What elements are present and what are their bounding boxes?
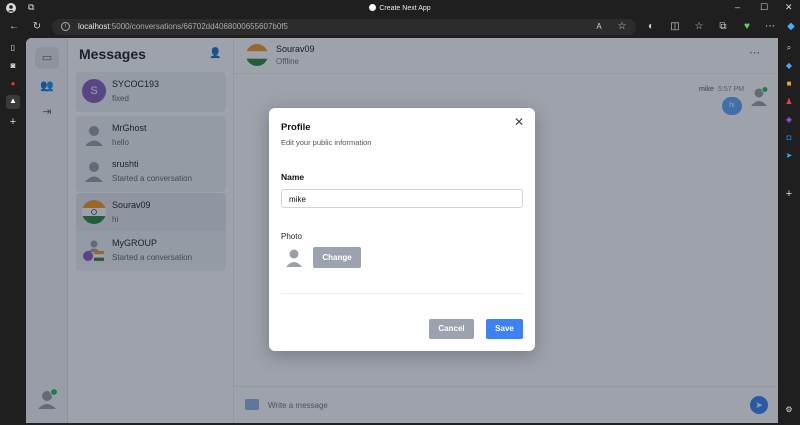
browser-toolbar: ← ↻ i localhost:5000/conversations/66702… — [0, 17, 800, 38]
refresh-icon[interactable]: ↻ — [30, 21, 44, 33]
send-icon[interactable]: ➤ — [783, 150, 795, 162]
maximize-icon[interactable]: ☐ — [760, 3, 768, 12]
profile-photo-avatar — [284, 247, 304, 267]
window-title: Create Next App — [379, 5, 431, 12]
outlook-icon[interactable]: ◘ — [783, 132, 795, 144]
copilot-sidebar-icon[interactable]: ◈ — [783, 114, 795, 126]
add-sidebar-icon[interactable]: + — [783, 188, 795, 200]
browser-essentials-icon[interactable]: ♥ — [740, 21, 754, 33]
browser-right-sidebar: ⌕ ◆ ■ ♟ ◈ ◘ ➤ + ⚙ — [778, 38, 800, 425]
change-photo-button[interactable]: Change — [313, 247, 361, 268]
search-icon[interactable]: ⌕ — [783, 42, 795, 54]
read-aloud-icon[interactable]: A — [592, 21, 606, 33]
close-icon[interactable]: ✕ — [514, 116, 524, 128]
tab-active-icon[interactable]: ▲ — [6, 95, 20, 109]
tools-icon[interactable]: ■ — [783, 78, 795, 90]
modal-subtitle: Edit your public information — [281, 138, 372, 147]
copilot-icon[interactable]: ◆ — [784, 21, 798, 33]
tab-youtube-icon[interactable]: ● — [7, 78, 19, 90]
minimize-icon[interactable]: – — [735, 3, 740, 12]
name-label: Name — [281, 172, 305, 182]
name-field[interactable]: mike — [281, 189, 523, 208]
cancel-button[interactable]: Cancel — [429, 319, 474, 339]
info-icon[interactable]: i — [61, 22, 70, 31]
browser-title-bar: ⧉ Create Next App – ☐ ✕ — [0, 0, 800, 17]
modal-title: Profile — [281, 122, 311, 133]
favorites-bar-icon[interactable]: ☆ — [692, 21, 706, 33]
shopping-icon[interactable]: ◆ — [783, 60, 795, 72]
browser-tab-sidebar: ▯ ◙ ● ▲ + — [0, 38, 26, 425]
divider — [281, 293, 523, 294]
tab-actions-icon[interactable]: ▯ — [7, 42, 19, 54]
favorite-icon[interactable]: ☆ — [615, 21, 629, 33]
profile-modal: Profile Edit your public information ✕ N… — [269, 108, 535, 351]
url-host: localhost — [78, 22, 110, 31]
address-bar[interactable]: i localhost:5000/conversations/66702dd40… — [52, 19, 636, 35]
photo-label: Photo — [281, 232, 302, 241]
collections-icon[interactable]: ⧉ — [716, 21, 730, 33]
more-menu-icon[interactable]: ⋯ — [763, 21, 777, 33]
split-screen-icon[interactable]: ◫ — [668, 21, 682, 33]
games-icon[interactable]: ♟ — [783, 96, 795, 108]
extensions-icon[interactable]: ◐ — [644, 21, 658, 33]
new-tab-icon[interactable]: + — [7, 116, 19, 128]
save-button[interactable]: Save — [486, 319, 523, 339]
url-path: :5000/conversations/66702dd4068000655607… — [109, 22, 288, 31]
tab-icon[interactable]: ◙ — [7, 60, 19, 72]
settings-icon[interactable]: ⚙ — [783, 404, 795, 416]
app-logo-icon — [369, 4, 377, 11]
back-icon[interactable]: ← — [7, 21, 21, 33]
close-window-icon[interactable]: ✕ — [785, 3, 793, 12]
